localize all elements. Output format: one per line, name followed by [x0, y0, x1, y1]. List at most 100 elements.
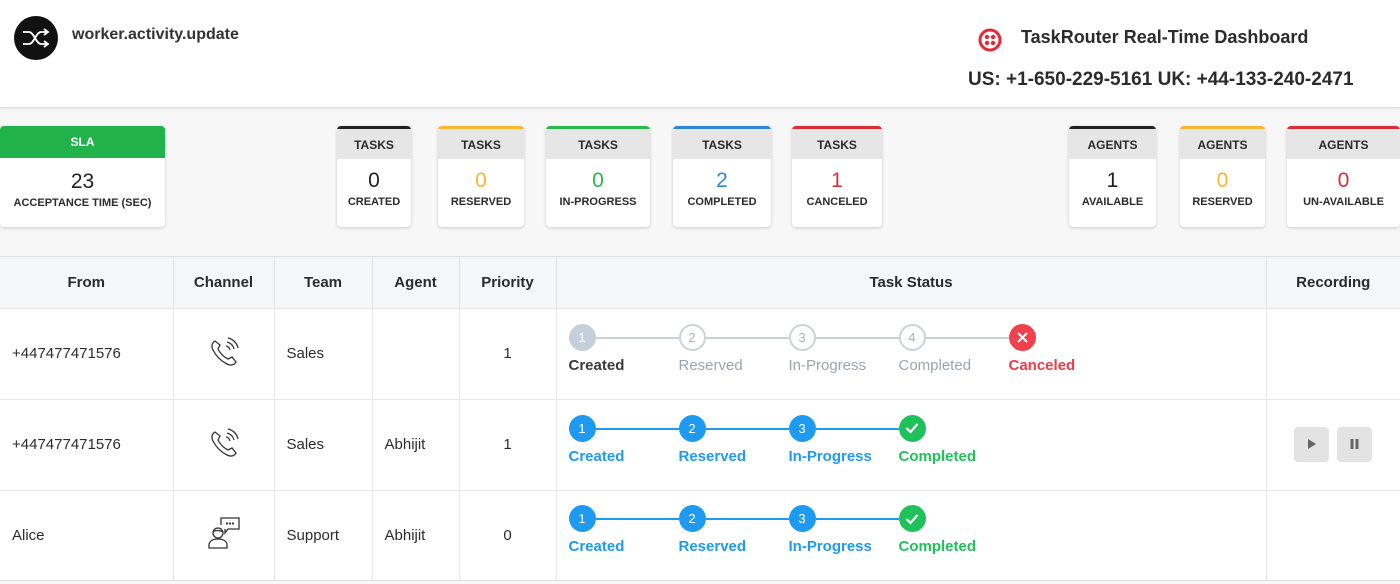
card-value: 1: [831, 169, 843, 192]
step-dot: 2: [678, 323, 706, 351]
card-label: RESERVED: [450, 196, 512, 208]
cell-priority: 0: [459, 490, 557, 580]
task-status-stepper: 1 Created 2 Reserved 3 In-Progress 4 Com…: [568, 323, 1249, 384]
step-label: Canceled: [1008, 356, 1076, 374]
card-label: RESERVED: [1192, 196, 1253, 208]
card-value: 0: [592, 169, 604, 192]
step-connector: [815, 336, 899, 339]
tasks-table: From Channel Team Agent Priority Task St…: [0, 256, 1400, 581]
column-header-from[interactable]: From: [0, 257, 174, 309]
cell-channel: [173, 308, 275, 400]
step-connector: [815, 427, 899, 430]
card-label: UN-AVAILABLE: [1303, 196, 1384, 208]
step-connector: [705, 427, 789, 430]
step-label: Reserved: [678, 538, 747, 556]
step-dot: 3: [788, 414, 816, 442]
tasks-completed-card: TASKS 2 COMPLETED: [673, 126, 771, 227]
step-dot: 4: [898, 323, 926, 351]
tasks-canceled-card: TASKS 1 CANCELED: [792, 126, 882, 227]
table-row[interactable]: Alice Support Abhijit 0 1 Created 2 Rese…: [0, 490, 1400, 580]
play-icon: [1307, 436, 1317, 453]
step-connector: [815, 518, 899, 521]
step-in-progress: 3 In-Progress: [788, 414, 899, 465]
cell-agent: Abhijit: [372, 490, 460, 580]
card-title: TASKS: [546, 126, 650, 159]
step-reserved: 2 Reserved: [678, 323, 789, 374]
step-dot: 1: [568, 323, 596, 351]
twilio-logo-icon: [978, 28, 1002, 52]
step-in-progress: 3 In-Progress: [788, 323, 899, 374]
card-label: IN-PROGRESS: [559, 196, 637, 208]
cell-task-status: 1 Created 2 Reserved 3 In-Progress Compl…: [556, 490, 1267, 580]
cell-recording: [1266, 399, 1400, 491]
cell-channel: [173, 399, 275, 491]
card-title: TASKS: [438, 126, 524, 159]
cell-priority: 1: [459, 399, 557, 491]
card-value: 0: [368, 169, 380, 192]
column-header-task-status[interactable]: Task Status: [556, 257, 1267, 309]
cell-from: +447477471576: [0, 399, 174, 491]
card-title: SLA: [0, 126, 165, 158]
card-label: COMPLETED: [687, 196, 757, 208]
step-label: In-Progress: [788, 538, 872, 556]
column-header-team[interactable]: Team: [274, 257, 373, 309]
cell-task-status: 1 Created 2 Reserved 3 In-Progress 4 Com…: [556, 308, 1267, 400]
card-label: ACCEPTANCE TIME (SEC): [13, 197, 152, 209]
voice-call-icon: [206, 336, 242, 374]
step-dot: 1: [568, 505, 596, 533]
step-created: 1 Created: [568, 414, 679, 465]
card-value: 0: [475, 169, 487, 192]
step-reserved: 2 Reserved: [678, 414, 789, 465]
phone-numbers: US: +1-650-229-5161 UK: +44-133-240-2471: [968, 69, 1354, 90]
cell-team: Sales: [274, 308, 373, 400]
card-label: CANCELED: [806, 196, 868, 208]
step-completed: 4 Completed: [898, 323, 1009, 374]
step-label: Created: [568, 538, 625, 556]
card-label: AVAILABLE: [1081, 196, 1144, 208]
column-header-priority[interactable]: Priority: [459, 257, 557, 309]
card-value: 1: [1106, 169, 1119, 192]
step-in-progress: 3 In-Progress: [788, 505, 899, 556]
step-connector: [595, 336, 679, 339]
step-connector: [595, 518, 679, 521]
cell-channel: [173, 490, 275, 580]
cell-team: Sales: [274, 399, 373, 491]
column-header-channel[interactable]: Channel: [173, 257, 275, 309]
cell-team: Support: [274, 490, 373, 580]
column-header-agent[interactable]: Agent: [372, 257, 460, 309]
step-label: Completed: [898, 356, 972, 374]
recording-controls: [1279, 427, 1389, 462]
dashboard-title: TaskRouter Real-Time Dashboard: [1021, 27, 1309, 47]
card-title: AGENTS: [1180, 126, 1265, 159]
table-row[interactable]: +447477471576 Sales Abhijit 1 1 Created …: [0, 399, 1400, 491]
step-label: In-Progress: [788, 356, 867, 374]
step-label: Created: [568, 356, 625, 374]
pause-button[interactable]: [1337, 427, 1373, 462]
step-dot: 2: [678, 414, 706, 442]
task-status-stepper: 1 Created 2 Reserved 3 In-Progress Compl…: [568, 414, 1249, 475]
card-title: TASKS: [337, 126, 411, 159]
card-title: AGENTS: [1287, 126, 1400, 159]
step-label: Completed: [898, 538, 977, 556]
agents-reserved-card: AGENTS 0 RESERVED: [1180, 126, 1265, 227]
cell-priority: 1: [459, 308, 557, 400]
card-value: 2: [716, 169, 728, 192]
checkmark-icon: [898, 505, 926, 533]
cell-task-status: 1 Created 2 Reserved 3 In-Progress Compl…: [556, 399, 1267, 491]
chat-agent-icon: [206, 517, 242, 555]
card-value: 0: [1337, 169, 1350, 192]
task-status-stepper: 1 Created 2 Reserved 3 In-Progress Compl…: [568, 505, 1249, 565]
card-title: TASKS: [792, 126, 882, 159]
step-label: Reserved: [678, 356, 743, 374]
play-button[interactable]: [1294, 427, 1330, 462]
step-connector: [705, 336, 789, 339]
checkmark-icon: [898, 414, 926, 442]
close-icon: [1008, 323, 1036, 351]
table-row[interactable]: +447477471576 Sales 1 1 Created 2 Reserv…: [0, 308, 1400, 400]
column-header-recording[interactable]: Recording: [1266, 257, 1400, 309]
card-value: 23: [70, 170, 95, 193]
step-created: 1 Created: [568, 505, 679, 556]
step-label: Reserved: [678, 447, 747, 465]
card-title: TASKS: [673, 126, 771, 159]
shuffle-icon: [14, 16, 58, 60]
